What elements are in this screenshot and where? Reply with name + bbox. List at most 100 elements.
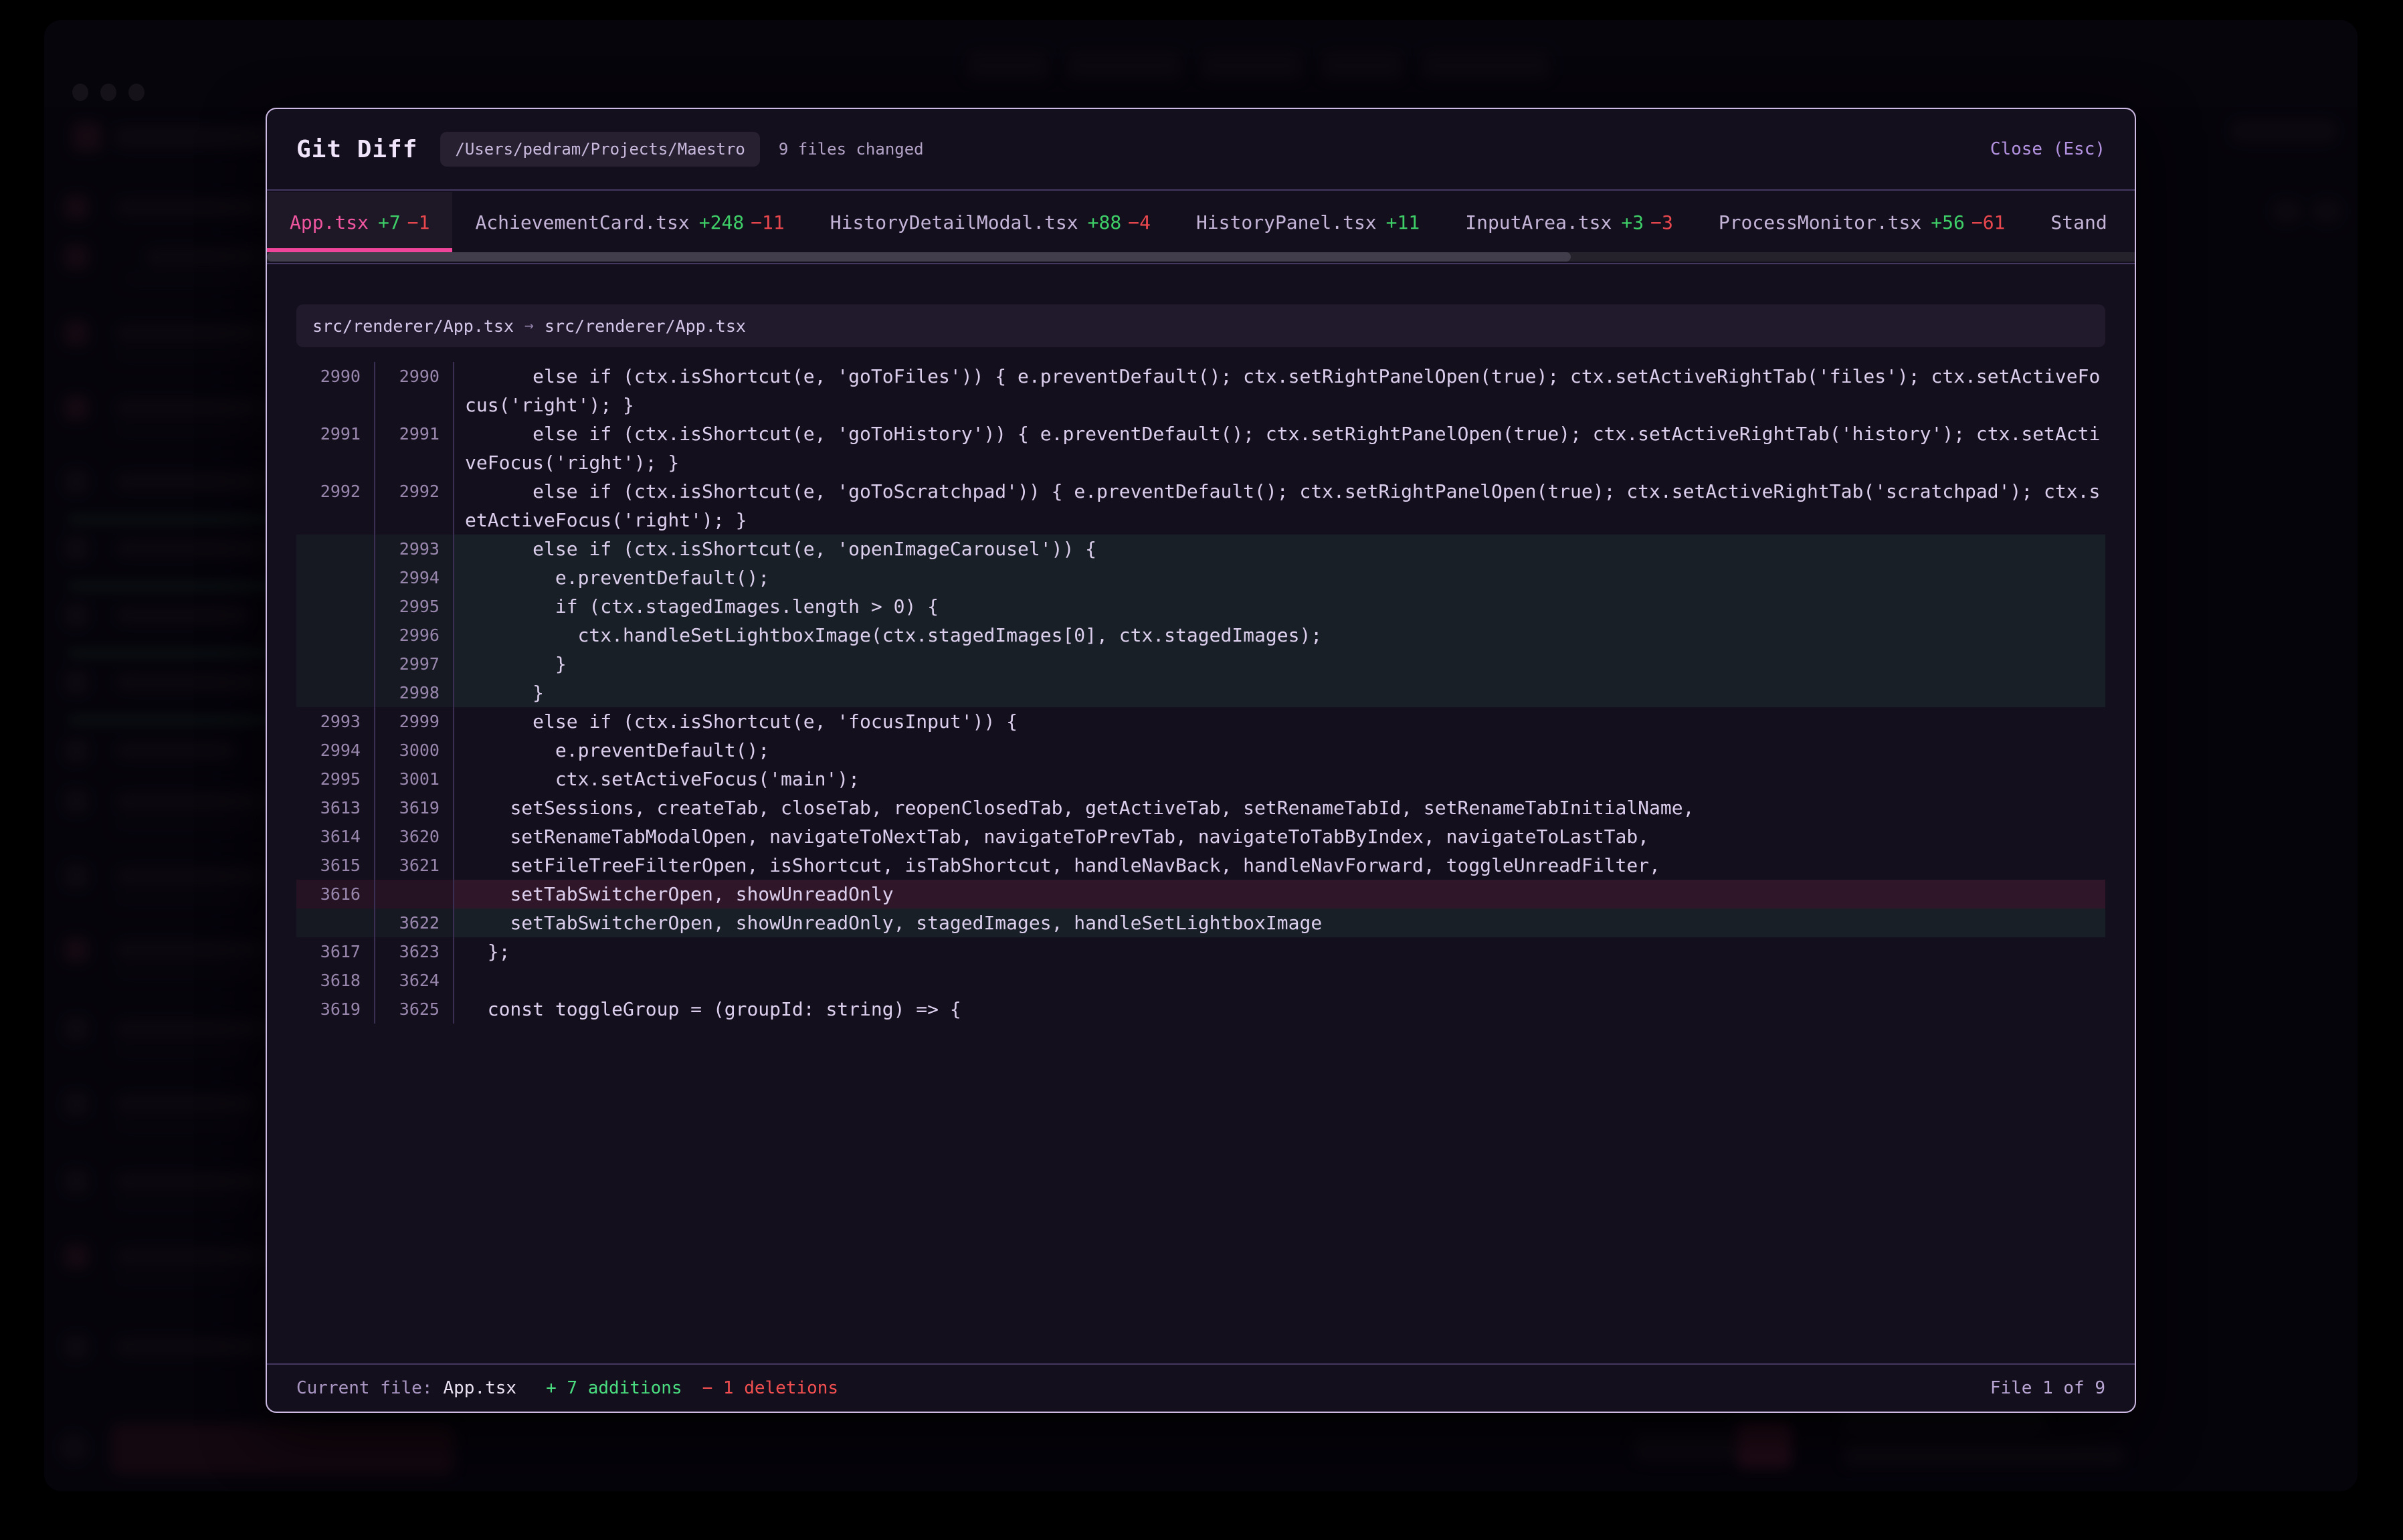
files-changed-count: 9 files changed [779,140,924,159]
new-line-number: 2994 [375,563,454,592]
diff-row-add: 2995 if (ctx.stagedImages.length > 0) { [296,592,2105,621]
tab-file-name: AchievementCard.tsx [475,211,689,233]
code-line: ctx.handleSetLightboxImage(ctx.stagedIma… [454,621,2105,650]
tab-additions: +11 [1386,211,1420,233]
old-line-number: 3615 [296,851,375,880]
old-line-number: 2994 [296,736,375,765]
tab-deletions: −3 [1650,211,1673,233]
code-line: else if (ctx.isShortcut(e, 'goToHistory'… [454,419,2105,477]
modal-header: Git Diff /Users/pedram/Projects/Maestro … [267,109,2135,191]
file-path-breadcrumb: src/renderer/App.tsx → src/renderer/App.… [296,304,2105,347]
old-line-number: 2990 [296,362,375,419]
diff-row-add: 3622 setTabSwitcherOpen, showUnreadOnly,… [296,908,2105,937]
old-line-number: 2995 [296,765,375,793]
tab-deletions: −11 [751,211,785,233]
modal-title: Git Diff [296,136,417,163]
tab-file-name: HistoryPanel.tsx [1196,211,1377,233]
diff-row-add: 2996 ctx.handleSetLightboxImage(ctx.stag… [296,621,2105,650]
old-line-number: 2993 [296,707,375,736]
new-line-number: 3620 [375,822,454,851]
code-line: setFileTreeFilterOpen, isShortcut, isTab… [454,851,2105,880]
file-tab-processmonitor-tsx[interactable]: ProcessMonitor.tsx +56 −61 [1696,192,2028,252]
old-line-number: 3616 [296,880,375,908]
old-line-number: 3618 [296,966,375,995]
current-file-label: Current file: [296,1378,433,1398]
code-line: ctx.setActiveFocus('main'); [454,765,2105,793]
tab-additions: +7 [378,211,401,233]
code-line: setSessions, createTab, closeTab, reopen… [454,793,2105,822]
arrow-right-icon: → [524,317,534,334]
new-line-number: 2997 [375,650,454,678]
code-line: else if (ctx.isShortcut(e, 'goToScratchp… [454,477,2105,535]
new-line-number: 2991 [375,419,454,477]
old-line-number: 3617 [296,937,375,966]
tab-additions: +3 [1621,211,1644,233]
diff-row-ctx: 36193625 const toggleGroup = (groupId: s… [296,995,2105,1024]
code-line: else if (ctx.isShortcut(e, 'openImageCar… [454,535,2105,563]
file-tab-app-tsx[interactable]: App.tsx+7−1 [267,192,452,252]
code-line: else if (ctx.isShortcut(e, 'goToFiles'))… [454,362,2105,419]
old-line-number [296,621,375,650]
new-line-number: 2993 [375,535,454,563]
code-line: const toggleGroup = (groupId: string) =>… [454,995,2105,1024]
diff-row-ctx: 29932999 else if (ctx.isShortcut(e, 'foc… [296,707,2105,736]
file-tabs-bar: App.tsx+7−1AchievementCard.tsx+248−11His… [267,192,2135,264]
diff-view: 29902990 else if (ctx.isShortcut(e, 'goT… [296,362,2105,1024]
tabs-scrollbar-thumb[interactable] [267,252,1571,262]
file-tab-historypanel-tsx[interactable]: HistoryPanel.tsx +11 [1173,192,1442,252]
new-line-number: 2990 [375,362,454,419]
repo-path-badge: /Users/pedram/Projects/Maestro [440,132,759,167]
code-line: } [454,678,2105,707]
old-line-number [296,535,375,563]
old-line-number [296,908,375,937]
new-line-number [375,880,454,908]
old-line-number: 3619 [296,995,375,1024]
diff-row-add: 2993 else if (ctx.isShortcut(e, 'openIma… [296,535,2105,563]
new-line-number: 2999 [375,707,454,736]
tab-file-name: HistoryDetailModal.tsx [830,211,1078,233]
new-line-number: 3622 [375,908,454,937]
new-line-number: 3001 [375,765,454,793]
old-line-number: 2991 [296,419,375,477]
file-tab-inputarea-tsx[interactable]: InputArea.tsx +3 −3 [1442,192,1696,252]
code-line: }; [454,937,2105,966]
diff-row-ctx: 29902990 else if (ctx.isShortcut(e, 'goT… [296,362,2105,419]
new-line-number: 2996 [375,621,454,650]
breadcrumb-to: src/renderer/App.tsx [545,316,746,336]
tab-additions: +88 [1088,211,1122,233]
new-line-number: 3623 [375,937,454,966]
new-line-number: 3619 [375,793,454,822]
new-line-number: 2995 [375,592,454,621]
code-line [454,966,2105,995]
code-line: setRenameTabModalOpen, navigateToNextTab… [454,822,2105,851]
tab-file-name: ProcessMonitor.tsx [1719,211,1921,233]
tabs-scrollbar[interactable] [267,252,2135,262]
diff-row-add: 2998 } [296,678,2105,707]
diff-row-add: 2994 e.preventDefault(); [296,563,2105,592]
diff-row-ctx: 36143620 setRenameTabModalOpen, navigate… [296,822,2105,851]
diff-row-ctx: 36183624 [296,966,2105,995]
file-tab-stand[interactable]: Stand [2028,192,2129,252]
old-line-number [296,650,375,678]
deletions-count: − 1 deletions [702,1378,839,1398]
new-line-number: 2998 [375,678,454,707]
tab-deletions: −4 [1128,211,1151,233]
file-tabs: App.tsx+7−1AchievementCard.tsx+248−11His… [267,192,2135,252]
code-line: } [454,650,2105,678]
new-line-number: 2992 [375,477,454,535]
tab-deletions: −61 [1972,211,2006,233]
diff-row-ctx: 29922992 else if (ctx.isShortcut(e, 'goT… [296,477,2105,535]
old-line-number [296,592,375,621]
additions-count: + 7 additions [546,1378,682,1398]
breadcrumb-from: src/renderer/App.tsx [312,316,514,336]
file-tab-achievementcard-tsx[interactable]: AchievementCard.tsx+248−11 [452,192,807,252]
new-line-number: 3624 [375,966,454,995]
file-tab-historydetailmodal-tsx[interactable]: HistoryDetailModal.tsx +88 −4 [807,192,1173,252]
close-button[interactable]: Close (Esc) [1990,139,2105,159]
code-line: if (ctx.stagedImages.length > 0) { [454,592,2105,621]
tab-file-name: InputArea.tsx [1465,211,1612,233]
old-line-number: 2992 [296,477,375,535]
code-line: setTabSwitcherOpen, showUnreadOnly [454,880,2105,908]
file-position: File 1 of 9 [1990,1378,2105,1398]
tab-additions: +56 [1931,211,1965,233]
